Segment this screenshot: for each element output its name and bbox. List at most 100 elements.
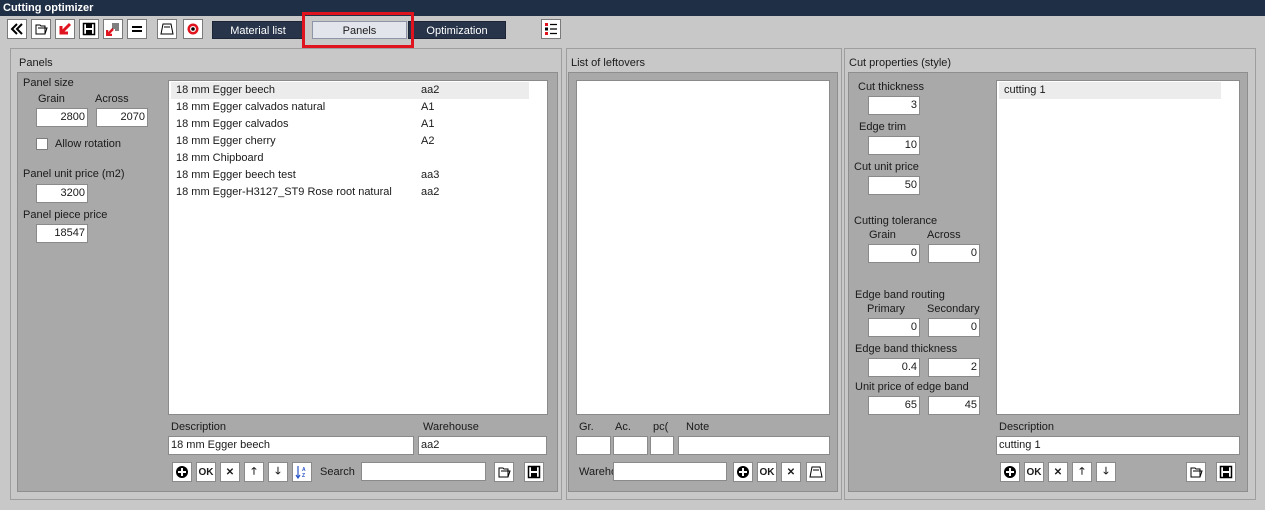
note-input[interactable] [678,436,830,455]
lifebuoy-icon [187,23,199,35]
edge-band-price-label: Unit price of edge band [855,381,969,393]
list-item[interactable]: 18 mm Egger-H3127_ST9 Rose root natural … [171,184,529,201]
note-label: Note [686,421,710,433]
routing-secondary-input[interactable]: 0 [928,318,980,337]
panel-code: A1 [421,118,435,130]
sort-az-icon: AZ [295,466,306,479]
leftover-warehouse-input[interactable] [613,462,727,481]
style-up-button[interactable]: 🡑 [1072,462,1092,482]
delete-style-button[interactable]: ✕ [1048,462,1068,482]
panel-code: A1 [421,101,435,113]
across-label: Across [95,93,129,105]
save-styles-button[interactable] [1216,462,1236,482]
panel-name: 18 mm Egger-H3127_ST9 Rose root natural [176,186,392,198]
export-list-button[interactable] [103,19,123,39]
tolerance-across-input[interactable]: 0 [928,244,980,263]
warehouse-label: Warehouse [423,421,479,433]
list-item[interactable]: 18 mm Egger calvados A1 [171,116,529,133]
add-style-button[interactable] [1000,462,1020,482]
move-down-button[interactable]: 🡓 [268,462,288,482]
panel-piece-price-input[interactable]: 18547 [36,224,88,243]
style-down-button[interactable]: 🡓 [1096,462,1116,482]
primary-label: Primary [867,303,905,315]
panels-list[interactable]: 18 mm Egger beech aa2 18 mm Egger calvad… [168,80,548,415]
open-styles-button[interactable] [1186,462,1206,482]
ok-style-button[interactable]: OK [1024,462,1044,482]
list-item[interactable]: 18 mm Egger cherry A2 [171,133,529,150]
panel-code: aa2 [421,186,440,198]
allow-rotation-label: Allow rotation [55,138,122,150]
equal-button[interactable] [127,19,147,39]
help-button[interactable] [183,19,203,39]
warehouse-input[interactable]: aa2 [418,436,547,455]
list-item[interactable]: cutting 1 [999,82,1221,99]
open-file-icon [35,24,48,35]
gr-input[interactable] [576,436,611,455]
cut-unit-price-input[interactable]: 50 [868,176,920,195]
description-input[interactable]: 18 mm Egger beech [168,436,414,455]
edge-trim-input[interactable]: 10 [868,136,920,155]
ac-label: Ac. [615,421,631,433]
list-item[interactable]: 18 mm Egger beech aa2 [171,82,529,99]
search-input[interactable] [361,462,486,481]
cut-description-label: Description [999,421,1055,433]
active-tab-highlight [302,12,414,48]
tolerance-across-label: Across [927,229,961,241]
allow-rotation-checkbox[interactable] [36,138,48,150]
leftover-shape-button[interactable] [806,462,826,482]
open-file-icon [1190,467,1203,478]
ac-input[interactable] [613,436,648,455]
back-button[interactable] [7,19,27,39]
add-panel-button[interactable] [172,462,192,482]
tab-optimization[interactable]: Optimization [408,21,506,39]
cut-unit-price-label: Cut unit price [854,161,919,173]
ok-leftover-button[interactable]: OK [757,462,777,482]
save-button[interactable] [79,19,99,39]
panel-code: A2 [421,135,435,147]
band-price-2-input[interactable]: 45 [928,396,980,415]
cut-description-input[interactable]: cutting 1 [996,436,1240,455]
edge-band-thickness-label: Edge band thickness [855,343,958,355]
across-input[interactable]: 2070 [96,108,148,127]
open-panels-button[interactable] [494,462,514,482]
tab-material-list[interactable]: Material list [212,21,304,39]
sort-button[interactable]: AZ [292,462,312,482]
move-up-button[interactable]: 🡑 [244,462,264,482]
save-icon [1219,465,1233,479]
leftovers-list[interactable] [576,80,830,415]
list-item[interactable]: 18 mm Egger calvados natural A1 [171,99,529,116]
ok-panel-button[interactable]: OK [196,462,216,482]
panel-name: 18 mm Egger calvados [176,118,289,130]
panel-size-label: Panel size [23,77,74,89]
panel-name: 18 mm Egger beech [176,84,276,96]
panel-unit-price-input[interactable]: 3200 [36,184,88,203]
tolerance-grain-label: Grain [869,229,896,241]
import-button[interactable] [55,19,75,39]
band-price-1-input[interactable]: 65 [868,396,920,415]
leftover-warehouse-label: Wareho [579,466,618,478]
description-label: Description [171,421,227,433]
add-leftover-button[interactable] [733,462,753,482]
open-button[interactable] [31,19,51,39]
plus-circle-icon [176,466,188,478]
cut-styles-list[interactable]: cutting 1 [996,80,1240,415]
cut-thickness-input[interactable]: 3 [868,96,920,115]
window-title: Cutting optimizer [0,0,1265,16]
list-view-button[interactable] [541,19,561,39]
routing-primary-input[interactable]: 0 [868,318,920,337]
search-label: Search [320,466,355,478]
panel-shape-button[interactable] [157,19,177,39]
band-thickness-2-input[interactable]: 2 [928,358,980,377]
delete-leftover-button[interactable]: ✕ [781,462,801,482]
save-icon [82,22,96,36]
list-item[interactable]: 18 mm Egger beech test aa3 [171,167,529,184]
tolerance-grain-input[interactable]: 0 [868,244,920,263]
grain-input[interactable]: 2800 [36,108,88,127]
delete-panel-button[interactable]: ✕ [220,462,240,482]
save-icon [527,465,541,479]
band-thickness-1-input[interactable]: 0.4 [868,358,920,377]
cut-thickness-label: Cut thickness [858,81,925,93]
pc-input[interactable] [650,436,674,455]
save-panels-button[interactable] [524,462,544,482]
list-item[interactable]: 18 mm Chipboard [171,150,529,167]
